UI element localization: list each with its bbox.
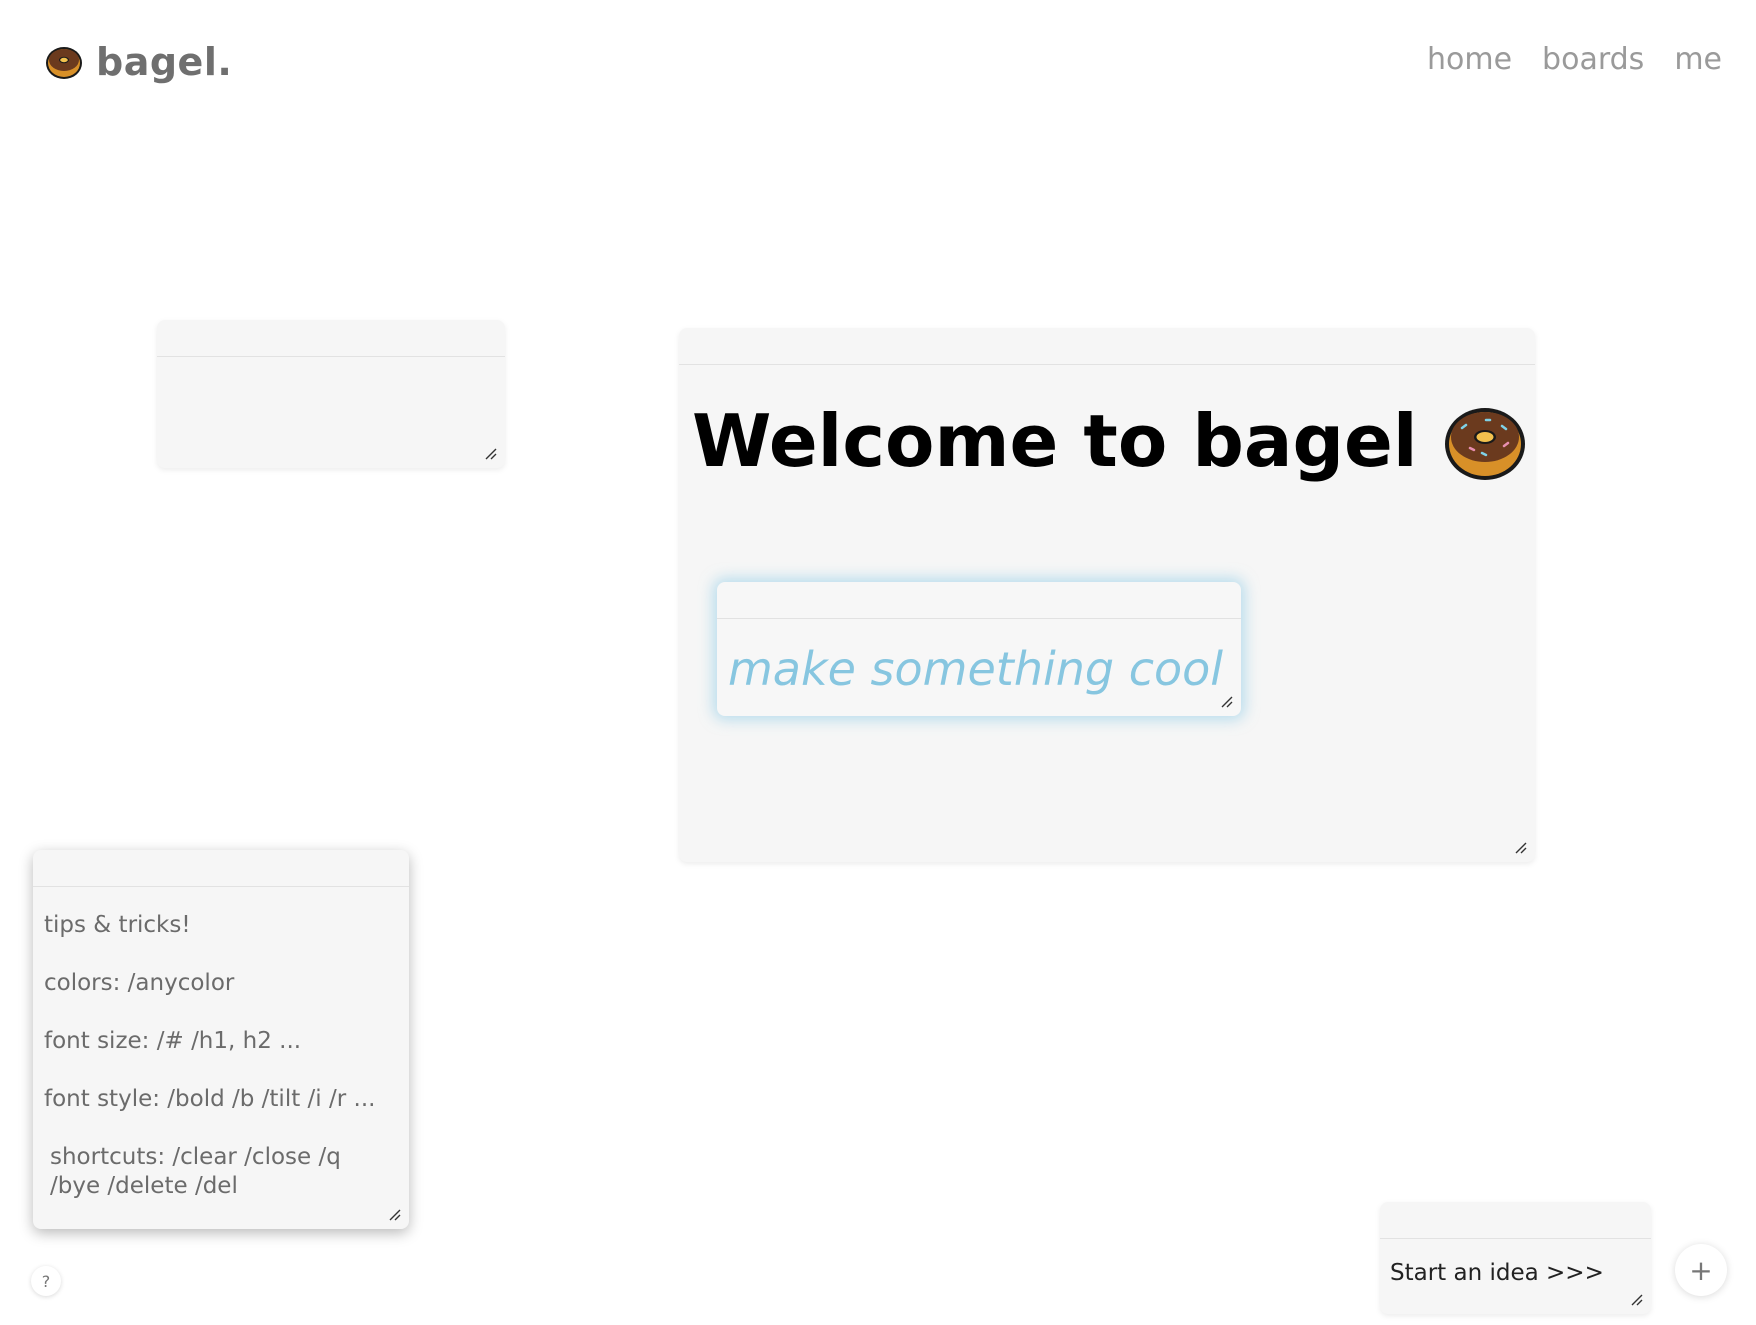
idea-input-text[interactable]: make something cool: [728, 642, 1223, 696]
plus-icon: +: [1689, 1253, 1713, 1287]
help-button[interactable]: ?: [31, 1266, 61, 1296]
resize-handle-icon[interactable]: [1219, 694, 1233, 708]
donut-icon: [1444, 408, 1525, 480]
resize-handle-icon[interactable]: [387, 1207, 401, 1221]
tips-card[interactable]: tips & tricks! colors: /anycolor font si…: [33, 850, 409, 1229]
tips-line: colors: /anycolor: [44, 970, 235, 996]
start-idea-card[interactable]: Start an idea >>>: [1380, 1202, 1651, 1314]
nav-home-link[interactable]: home: [1427, 42, 1512, 77]
idea-input-drag-handle[interactable]: [717, 582, 1241, 619]
start-idea-text[interactable]: Start an idea >>>: [1390, 1260, 1604, 1286]
welcome-drag-handle[interactable]: [679, 328, 1535, 365]
nav-boards-link[interactable]: boards: [1542, 42, 1644, 77]
empty-note-card[interactable]: [157, 320, 505, 468]
resize-handle-icon[interactable]: [483, 446, 497, 460]
tips-line: shortcuts: /clear /close /q /bye /delete…: [50, 1144, 341, 1199]
welcome-title-text: Welcome to bagel: [692, 399, 1418, 483]
welcome-title-suffix: .: [1532, 399, 1535, 483]
tips-line: font size: /# /h1, h2 ...: [44, 1028, 302, 1054]
resize-handle-icon[interactable]: [1513, 840, 1527, 854]
brand-name: bagel.: [96, 40, 233, 84]
tips-line: font style: /bold /b /tilt /i /r ...: [44, 1086, 376, 1112]
add-note-button[interactable]: +: [1675, 1244, 1727, 1296]
note-drag-handle[interactable]: [157, 320, 505, 357]
tips-line: tips & tricks!: [44, 912, 191, 938]
page: bagel. home boards me Welcome to bagel m…: [0, 0, 1756, 1325]
help-label: ?: [41, 1271, 51, 1291]
start-idea-drag-handle[interactable]: [1380, 1202, 1651, 1239]
idea-input-card[interactable]: make something cool: [717, 582, 1241, 716]
top-nav: home boards me: [1427, 42, 1722, 77]
tips-drag-handle[interactable]: [33, 850, 409, 887]
welcome-card[interactable]: Welcome to bagel . make something cool: [679, 328, 1535, 862]
welcome-heading: Welcome to bagel .: [692, 398, 1535, 484]
nav-me-link[interactable]: me: [1674, 42, 1722, 77]
resize-handle-icon[interactable]: [1629, 1292, 1643, 1306]
brand[interactable]: bagel.: [44, 40, 232, 84]
donut-icon: [46, 47, 82, 79]
tips-body[interactable]: tips & tricks! colors: /anycolor font si…: [33, 887, 409, 1201]
